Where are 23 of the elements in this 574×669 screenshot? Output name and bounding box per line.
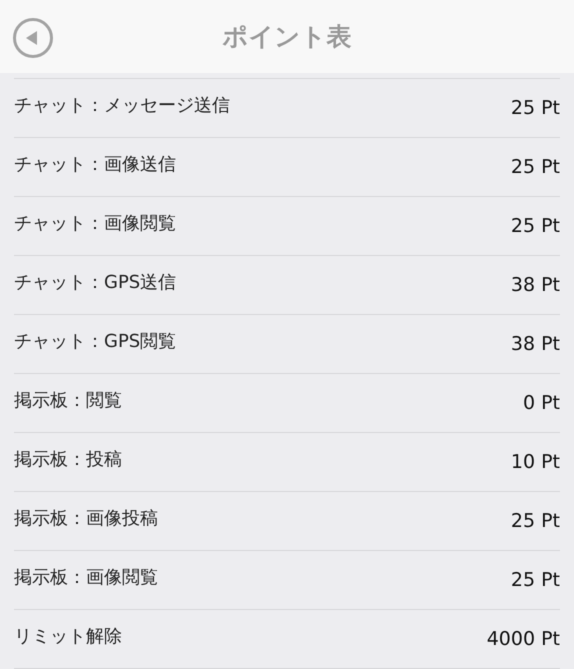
back-icon <box>26 31 38 45</box>
item-label: 掲示板：画像投稿 <box>14 507 158 530</box>
point-value: 38 Pt <box>510 274 560 296</box>
item-label: チャット：GPS閲覧 <box>14 330 176 353</box>
item-label: 掲示板：画像閲覧 <box>14 566 158 589</box>
back-button[interactable] <box>13 18 53 58</box>
point-value: 0 Pt <box>522 392 560 414</box>
point-value: 25 Pt <box>510 215 560 237</box>
point-value: 25 Pt <box>510 569 560 591</box>
item-label: チャット：GPS送信 <box>14 271 176 294</box>
point-value: 10 Pt <box>510 451 560 473</box>
item-label: チャット：画像送信 <box>14 153 176 176</box>
point-value: 25 Pt <box>510 510 560 532</box>
item-label: 掲示板：投稿 <box>14 448 122 471</box>
point-value: 25 Pt <box>510 156 560 178</box>
item-label: 掲示板：閲覧 <box>14 389 122 412</box>
point-value: 4000 Pt <box>486 628 560 650</box>
item-label: リミット解除 <box>14 625 122 648</box>
page-title: ポイント表 <box>222 21 352 53</box>
point-value: 25 Pt <box>510 97 560 119</box>
item-label: チャット：画像閲覧 <box>14 212 176 235</box>
point-value: 38 Pt <box>510 333 560 355</box>
item-label: チャット：メッセージ送信 <box>14 94 230 117</box>
